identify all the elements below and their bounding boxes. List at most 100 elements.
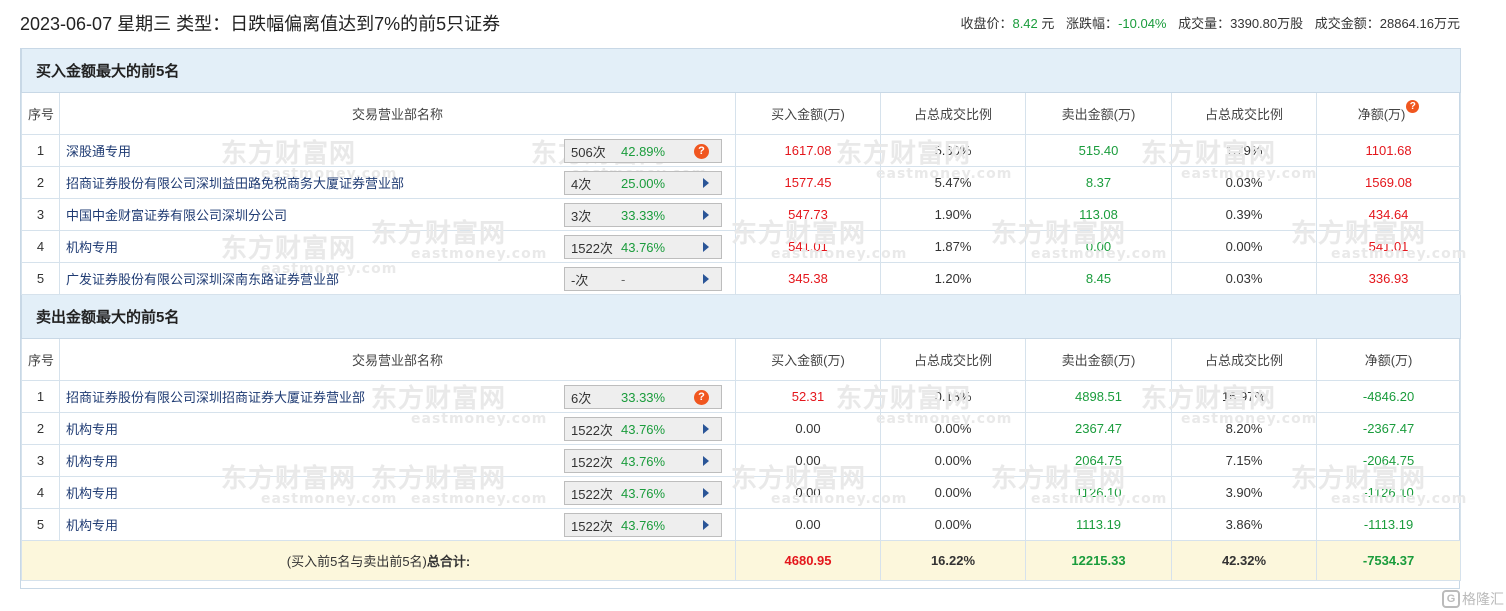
col-header-sell-amount-label: 卖出金额(万) — [1061, 107, 1136, 122]
net-help-question-icon[interactable]: ? — [1406, 100, 1420, 113]
sell-section-header-row: 序号 交易营业部名称 买入金额(万) 占总成交比例 卖出金额(万) 占总成交比例 净额(万) — [21, 338, 1462, 381]
col-header-broker-name-label: 交易营业部名称 — [351, 353, 443, 368]
arrow-right-icon[interactable] — [703, 210, 709, 220]
broker-name-cell: 机构专用 1522次 43.76% — [59, 444, 736, 477]
broker-name-link[interactable]: 中国中金财富证券有限公司深圳分公司 — [66, 205, 287, 224]
broker-record-badge[interactable]: 1522次 43.76% — [564, 481, 722, 505]
buy-ratio: 0.18% — [880, 380, 1026, 413]
broker-record-badge[interactable]: 6次 33.33%? — [564, 385, 722, 409]
broker-name-cell: 深股通专用 506次 42.89%? — [59, 134, 736, 167]
broker-name-link[interactable]: 招商证券股份有限公司深圳招商证券大厦证券营业部 — [66, 387, 365, 406]
sell-section-title: 卖出金额最大的前5名 — [20, 294, 1462, 339]
broker-record-badge[interactable]: 506次 42.89%? — [564, 139, 722, 163]
broker-name-link[interactable]: 机构专用 — [66, 451, 118, 470]
sell-amount: 0.00 — [1025, 230, 1172, 263]
col-header-buy-amount-label: 买入金额(万) — [771, 107, 845, 122]
row-index: 5 — [21, 262, 60, 295]
listing-count: 1522次 — [571, 422, 613, 438]
col-header-broker-name: 交易营业部名称 — [59, 92, 736, 135]
total-sell-ratio: 42.32% — [1171, 540, 1317, 581]
sell-amount: 2064.75 — [1025, 444, 1172, 477]
table-row: 5 机构专用 1522次 43.76% 0.00 0.00% 1113.19 3.86% -11… — [21, 508, 1462, 541]
arrow-right-icon[interactable] — [703, 242, 709, 252]
row-index: 1 — [21, 380, 60, 413]
arrow-right-icon[interactable] — [703, 488, 709, 498]
broker-name-cell: 机构专用 1522次 43.76% — [59, 476, 736, 509]
arrow-right-icon[interactable] — [703, 274, 709, 284]
broker-name-cell: 机构专用 1522次 43.76% — [59, 412, 736, 445]
broker-name-link[interactable]: 机构专用 — [66, 515, 118, 534]
buy-amount: 0.00 — [735, 412, 881, 445]
sell-amount: 8.37 — [1025, 166, 1172, 199]
sell-ratio: 0.39% — [1171, 198, 1317, 231]
arrow-right-icon[interactable] — [703, 424, 709, 434]
win-rate: 43.76% — [621, 485, 666, 501]
broker-name-cell: 广发证券股份有限公司深圳深南东路证券营业部 -次 - — [59, 262, 736, 295]
sell-ratio: 0.03% — [1171, 262, 1317, 295]
stock-stats: 收盘价：8.42 元 涨跌幅：-10.04% 成交量：3390.80万股 成交金… — [960, 13, 1460, 32]
total-row: (买入前5名与卖出前5名)总合计: 4680.95 16.22% 12215.33 42… — [21, 540, 1462, 581]
win-rate: 43.76% — [621, 239, 666, 255]
table-row: 4 机构专用 1522次 43.76% 541.01 1.87% 0.00 0.00% 541.… — [21, 230, 1462, 263]
volume-value: 3390.80万股 — [1230, 16, 1304, 31]
col-header-net-amount[interactable]: 净额(万)? — [1315, 92, 1462, 135]
listing-count: 506次 — [571, 144, 606, 160]
close-price-unit: 元 — [1041, 16, 1055, 31]
broker-name-link[interactable]: 机构专用 — [66, 237, 118, 256]
amount-value: 28864.16万元 — [1379, 16, 1460, 31]
col-header-sell-amount-label: 卖出金额(万) — [1061, 353, 1136, 368]
total-sell-amount: 12215.33 — [1025, 540, 1172, 581]
table-row: 1 招商证券股份有限公司深圳招商证券大厦证券营业部 6次 33.33%? 52.31 0.… — [21, 380, 1462, 413]
question-icon[interactable]: ? — [694, 390, 709, 405]
page-title: 2023-06-07 星期三 类型：日跌幅偏离值达到7%的前5只证券 — [20, 14, 501, 34]
col-header-buy-ratio-label: 占总成交比例 — [913, 353, 992, 368]
broker-record-badge[interactable]: 4次 25.00% — [564, 171, 722, 195]
buy-amount: 547.73 — [735, 198, 881, 231]
sell_section-title-row: 卖出金额最大的前5名 — [20, 294, 1462, 339]
change-value: -10.04% — [1118, 16, 1167, 31]
broker-record-badge[interactable]: -次 - — [564, 267, 722, 291]
broker-name-link[interactable]: 招商证券股份有限公司深圳益田路免税商务大厦证券营业部 — [66, 173, 404, 192]
col-header-index-label: 序号 — [28, 107, 55, 122]
win-rate: 43.76% — [621, 517, 666, 533]
broker-name-link[interactable]: 机构专用 — [66, 419, 118, 438]
listing-count: 1522次 — [571, 240, 613, 256]
win-rate: 43.76% — [621, 421, 666, 437]
broker-ranking-panel: 东方财富网 eastmoney.com 东方财富网 eastmoney.com 东方财富… — [20, 48, 1466, 589]
arrow-right-icon[interactable] — [703, 456, 709, 466]
broker-name-link[interactable]: 广发证券股份有限公司深圳深南东路证券营业部 — [66, 269, 339, 288]
table-row: 3 机构专用 1522次 43.76% 0.00 0.00% 2064.75 7.15% -20… — [21, 444, 1462, 477]
buy-ratio: 1.20% — [880, 262, 1026, 295]
net-amount: -1126.10 — [1315, 476, 1462, 509]
buy-ratio: 5.47% — [880, 166, 1026, 199]
buy-ratio: 0.00% — [880, 412, 1026, 445]
broker-name-link[interactable]: 机构专用 — [66, 483, 118, 502]
broker-record-badge[interactable]: 1522次 43.76% — [564, 417, 722, 441]
col-header-sell-amount: 卖出金额(万) — [1025, 338, 1172, 381]
broker-record-badge[interactable]: 1522次 43.76% — [564, 235, 722, 259]
sell-amount: 4898.51 — [1025, 380, 1172, 413]
row-index: 3 — [21, 198, 60, 231]
broker-name-link[interactable]: 深股通专用 — [66, 141, 131, 160]
broker-name-cell: 机构专用 1522次 43.76% — [59, 508, 736, 541]
listing-count: 4次 — [571, 176, 592, 192]
broker-record-badge[interactable]: 1522次 43.76% — [564, 449, 722, 473]
amount-label: 成交金额： — [1314, 16, 1380, 31]
arrow-right-icon[interactable] — [703, 178, 709, 188]
arrow-right-icon[interactable] — [703, 520, 709, 530]
listing-count: 6次 — [571, 390, 592, 406]
buy-ratio: 1.90% — [880, 198, 1026, 231]
sell-ratio: 1.79% — [1171, 134, 1317, 167]
col-header-sell-ratio: 占总成交比例 — [1171, 338, 1317, 381]
col-header-net-amount[interactable]: 净额(万) — [1315, 338, 1462, 381]
broker-record-badge[interactable]: 3次 33.33% — [564, 203, 722, 227]
buy-section-header-row: 序号 交易营业部名称 买入金额(万) 占总成交比例 卖出金额(万) 占总成交比例 净额(万)… — [21, 92, 1462, 135]
listing-count: 1522次 — [571, 486, 613, 502]
col-header-buy-ratio: 占总成交比例 — [880, 338, 1026, 381]
broker-record-badge[interactable]: 1522次 43.76% — [564, 513, 722, 537]
win-rate: - — [621, 271, 626, 287]
volume-label: 成交量： — [1178, 16, 1231, 31]
question-icon[interactable]: ? — [694, 144, 709, 159]
sell-amount: 2367.47 — [1025, 412, 1172, 445]
broker-name-cell: 中国中金财富证券有限公司深圳分公司 3次 33.33% — [59, 198, 736, 231]
